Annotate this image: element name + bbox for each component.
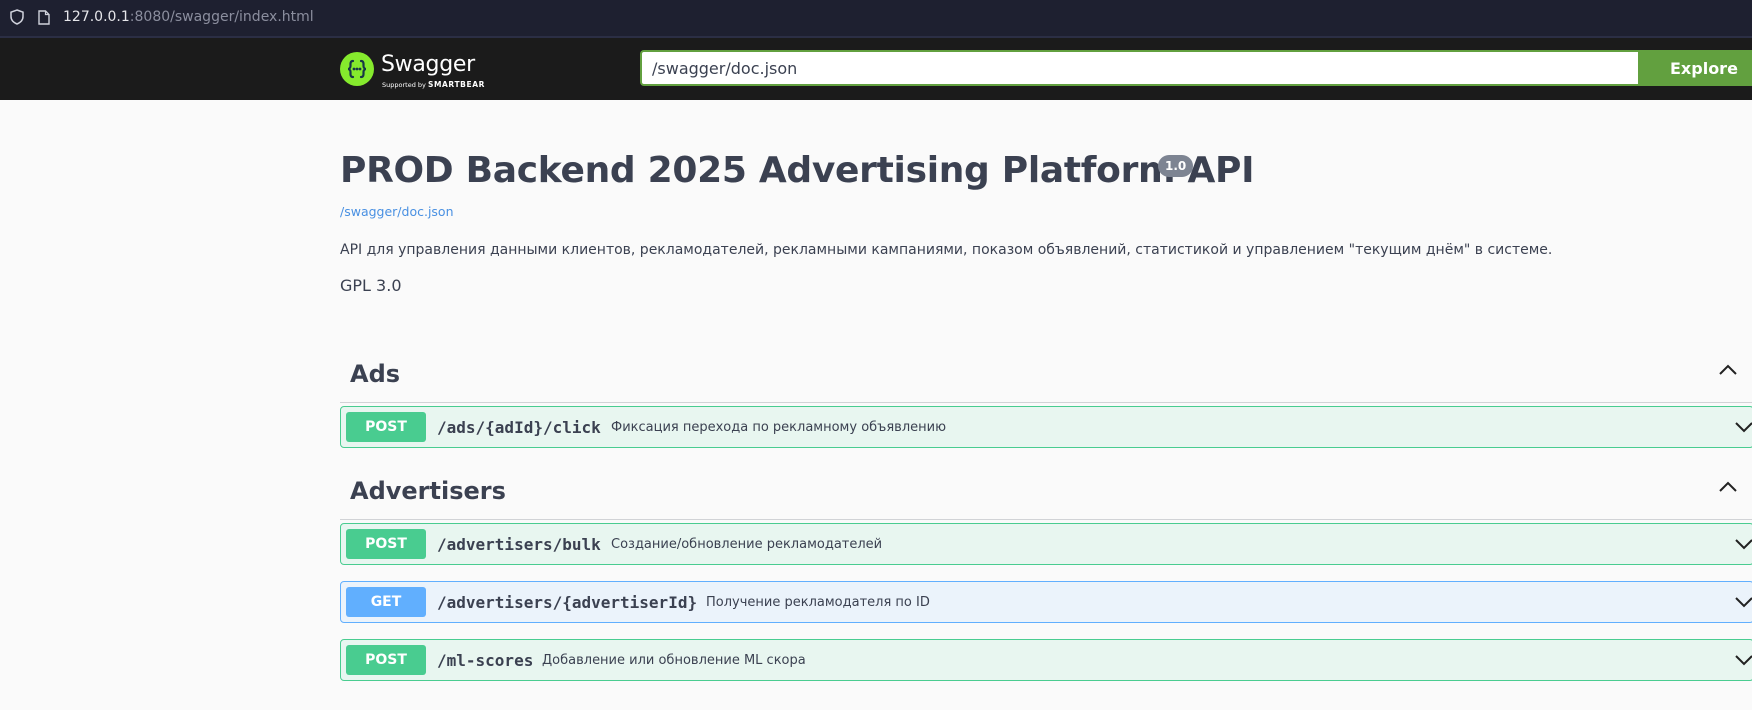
operation-path: /ads/{adId}/click <box>437 418 601 437</box>
browser-address-bar: 127.0.0.1:8080/swagger/index.html <box>0 0 1752 38</box>
chevron-down-icon[interactable] <box>1734 538 1752 550</box>
swagger-brand: Swagger <box>381 52 475 77</box>
chevron-down-icon[interactable] <box>1734 421 1752 433</box>
supported-by-smartbear: Supported by SMARTBEAR <box>382 80 485 89</box>
spec-url-input[interactable] <box>640 50 1638 86</box>
tag-name: Advertisers <box>350 477 506 505</box>
operation-post-advertisers-bulk[interactable]: POST /advertisers/bulk Создание/обновлен… <box>340 523 1752 565</box>
api-title: PROD Backend 2025 Advertising Platform A… <box>340 150 1255 191</box>
method-badge: POST <box>346 529 426 559</box>
chevron-up-icon[interactable] <box>1718 481 1738 493</box>
method-badge: GET <box>346 587 426 617</box>
operation-path: /advertisers/{advertiserId} <box>437 593 698 612</box>
url-path: :8080/swagger/index.html <box>129 9 314 25</box>
swagger-logo-icon <box>340 52 374 86</box>
operation-summary: Добавление или обновление ML скора <box>542 653 806 668</box>
spec-link[interactable]: /swagger/doc.json <box>340 204 454 219</box>
version-badge: 1.0 <box>1158 155 1194 177</box>
chevron-down-icon[interactable] <box>1734 596 1752 608</box>
shield-icon[interactable] <box>10 9 24 25</box>
operation-summary: Создание/обновление рекламодателей <box>611 537 883 552</box>
swagger-topbar: Swagger Supported by SMARTBEAR Explore <box>0 38 1752 100</box>
chevron-up-icon[interactable] <box>1718 364 1738 376</box>
chevron-down-icon[interactable] <box>1734 654 1752 666</box>
license-text: GPL 3.0 <box>340 276 402 295</box>
operation-path: /ml-scores <box>437 651 534 670</box>
operation-path: /advertisers/bulk <box>437 535 601 554</box>
smartbear-text: SMARTBEAR <box>427 80 485 89</box>
tag-name: Ads <box>350 360 401 388</box>
url-host: 127.0.0.1 <box>63 9 130 25</box>
operation-summary: Получение рекламодателя по ID <box>706 595 930 610</box>
explore-button[interactable]: Explore <box>1638 50 1752 86</box>
operation-post-ads-click[interactable]: POST /ads/{adId}/click Фиксация перехода… <box>340 406 1752 448</box>
api-description: API для управления данными клиентов, рек… <box>340 242 1553 258</box>
tag-section-advertisers[interactable]: Advertisers <box>340 463 1752 520</box>
operation-post-ml-scores[interactable]: POST /ml-scores Добавление или обновлени… <box>340 639 1752 681</box>
page-icon <box>38 10 50 25</box>
url-text[interactable]: 127.0.0.1:8080/swagger/index.html <box>63 9 314 25</box>
tag-section-ads[interactable]: Ads <box>340 346 1752 403</box>
swagger-logo[interactable]: Swagger Supported by SMARTBEAR <box>340 48 490 90</box>
method-badge: POST <box>346 412 426 442</box>
operation-get-advertiser-by-id[interactable]: GET /advertisers/{advertiserId} Получени… <box>340 581 1752 623</box>
method-badge: POST <box>346 645 426 675</box>
operation-summary: Фиксация перехода по рекламному объявлен… <box>611 420 947 435</box>
supported-by-text: Supported by <box>382 81 426 89</box>
